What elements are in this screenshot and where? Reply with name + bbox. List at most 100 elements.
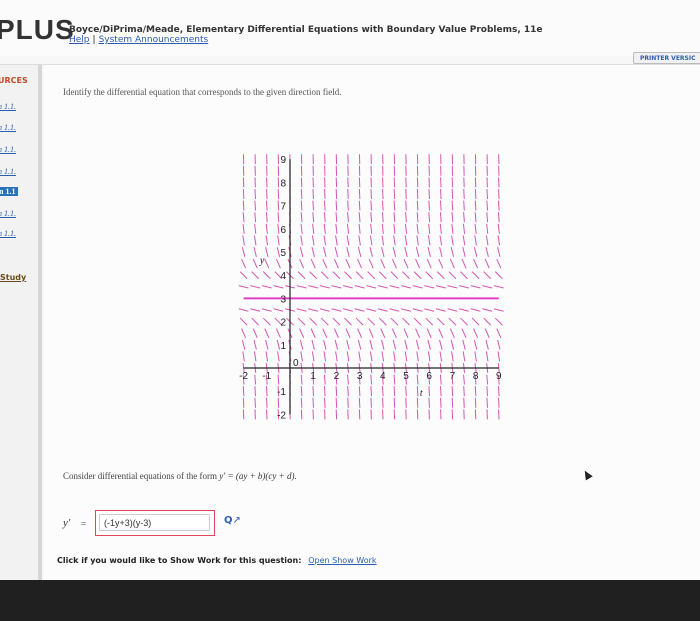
slope-segment: [448, 317, 457, 326]
sidebar-item-2[interactable]: n 1.1.: [0, 123, 16, 132]
slope-segment: [497, 339, 501, 350]
slope-segment: [497, 212, 500, 223]
slope-segment: [404, 339, 408, 350]
slope-segment: [346, 247, 350, 257]
sidebar-scrollbar[interactable]: [38, 65, 42, 580]
slope-segment: [427, 351, 431, 362]
slope-segment: [354, 285, 365, 289]
sidebar-item-5-active[interactable]: n 1.1: [0, 187, 19, 196]
answer-label: y′: [63, 517, 71, 529]
sidebar-item-6[interactable]: n 1.1.: [0, 209, 16, 218]
direction-field-chart: -2 -1 1 2 3 4 5 6 7 8 9 9 8 7 6 5 4 3 2 1 -1 -2 0 t y: [235, 138, 535, 443]
slope-segment: [276, 247, 281, 257]
show-work-row: Click if you would like to Show Work for…: [57, 556, 377, 565]
slope-segment: [451, 200, 454, 211]
slope-segment: [358, 223, 361, 234]
y-axis-label: y: [259, 256, 265, 267]
y-tick-label: 2: [280, 318, 286, 329]
link-separator: |: [92, 35, 96, 45]
help-link[interactable]: Help: [69, 35, 90, 45]
slope-segment: [261, 285, 272, 289]
slope-segment: [366, 308, 377, 312]
slope-segment: [355, 271, 364, 280]
slope-segment: [428, 212, 431, 223]
slope-segment: [462, 247, 466, 257]
slope-segment: [300, 200, 303, 211]
study-link[interactable]: Study: [0, 273, 26, 282]
x-tick-label: -2: [239, 371, 248, 382]
slope-segment: [265, 223, 268, 234]
slope-segment: [435, 308, 446, 312]
slope-segment: [497, 200, 500, 211]
slope-segment: [299, 328, 305, 338]
x-tick-label: -1: [262, 371, 271, 382]
sidebar-item-4[interactable]: n 1.1.: [0, 167, 16, 176]
slope-segment: [401, 285, 411, 289]
slope-segment: [426, 258, 432, 269]
slope-segment: [264, 328, 270, 338]
slope-segment: [404, 247, 408, 257]
slope-segment: [319, 285, 330, 289]
slope-segment: [323, 235, 327, 246]
slope-segment: [389, 308, 400, 312]
x-tick-label: 3: [357, 371, 363, 382]
slope-segment: [460, 271, 468, 280]
slope-segment: [265, 247, 269, 257]
x-tick-label: 9: [496, 371, 502, 382]
printer-version-button[interactable]: PRINTER VERSIC: [633, 52, 700, 64]
answer-input[interactable]: (-1y+3)(y-3): [99, 514, 210, 531]
slope-segment: [378, 317, 387, 326]
y-tick-label: 6: [280, 225, 286, 236]
slope-segment: [436, 271, 445, 280]
slope-segment: [311, 339, 315, 350]
slope-segment: [331, 285, 342, 289]
slope-segment: [462, 339, 466, 350]
slope-segment: [250, 308, 261, 312]
slope-segment: [358, 235, 361, 246]
slope-segment: [438, 328, 444, 338]
slope-segment: [277, 351, 280, 362]
sidebar-item-7[interactable]: n 1.1.: [0, 229, 16, 238]
slope-segment: [308, 308, 319, 312]
slope-segment: [370, 386, 373, 397]
slope-segment: [346, 351, 350, 362]
announcements-link[interactable]: System Announcements: [99, 35, 209, 45]
slope-segment: [484, 258, 490, 269]
slope-segment: [242, 223, 245, 234]
slope-segment: [300, 386, 303, 397]
open-show-work-link[interactable]: Open Show Work: [308, 556, 376, 565]
math-help-icon[interactable]: Q↗: [224, 515, 241, 526]
slope-segment: [254, 223, 257, 234]
slope-segment: [462, 235, 466, 246]
y-tick-label: 4: [280, 271, 286, 282]
slope-segment: [416, 200, 419, 211]
slope-segment: [273, 308, 284, 312]
slope-segment: [367, 271, 376, 280]
slope-segment: [370, 200, 373, 211]
sidebar-item-1[interactable]: n 1.1.: [0, 102, 16, 111]
slope-segment: [463, 200, 465, 211]
slope-segment: [381, 247, 385, 257]
slope-segment: [483, 317, 492, 326]
slope-segment: [309, 317, 318, 326]
slope-segment: [242, 212, 245, 223]
slope-segment: [381, 200, 384, 211]
slope-segment: [242, 386, 245, 397]
slope-segment: [370, 374, 373, 385]
slope-segment: [474, 351, 477, 362]
slope-segment: [239, 271, 248, 280]
slope-segment: [333, 328, 339, 338]
slope-segment: [277, 235, 280, 246]
slope-segment: [253, 351, 257, 362]
slope-segment: [251, 271, 260, 280]
y-tick-label: 5: [280, 248, 286, 259]
slope-segment: [393, 223, 396, 234]
sidebar-item-3[interactable]: n 1.1.: [0, 145, 16, 154]
slope-segment: [297, 317, 306, 326]
slope-segment: [323, 223, 326, 234]
slope-segment: [312, 223, 315, 234]
slope-segment: [451, 386, 454, 397]
slope-segment: [357, 247, 362, 257]
slope-segment: [323, 386, 326, 397]
slope-segment: [300, 212, 303, 223]
